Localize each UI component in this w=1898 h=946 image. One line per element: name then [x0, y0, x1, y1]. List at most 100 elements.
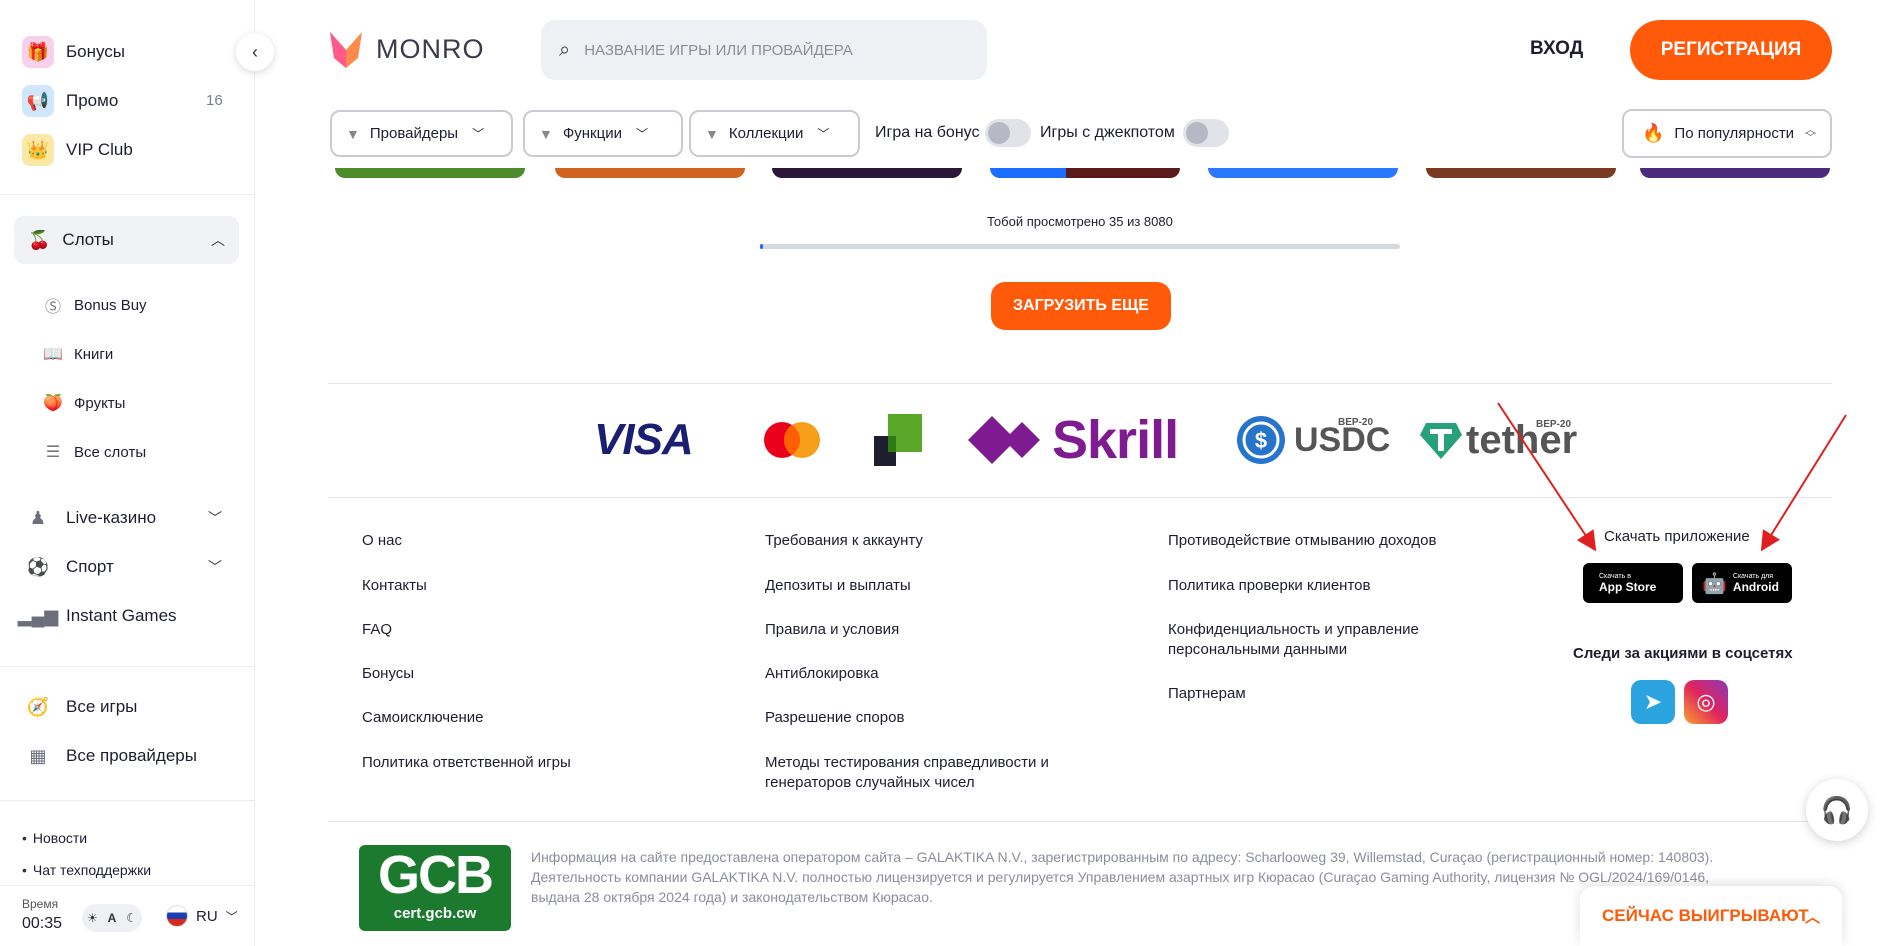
footer-link-kyc[interactable]: Политика проверки клиентов [1168, 576, 1370, 596]
game-card-edge[interactable] [990, 168, 1180, 178]
sidebar-subitem-bonus-buy[interactable]: Ⓢ Bonus Buy [42, 294, 147, 317]
footer-link-partners[interactable]: Партнерам [1168, 684, 1246, 704]
sidebar-item-instant-games[interactable]: ▂▄▆ Instant Games [18, 600, 177, 632]
dealer-icon: ♟ [29, 507, 47, 528]
sidebar-item-all-games[interactable]: 🧭 Все игры [22, 691, 138, 723]
filter-label: Коллекции [728, 125, 804, 142]
sidebar-collapse-button[interactable]: ‹ [236, 33, 274, 71]
footer-link-self-exclusion[interactable]: Самоисключение [362, 708, 483, 728]
grid-icon: ▦ [29, 745, 47, 766]
progress-bar [760, 244, 1400, 249]
footer-link-account-requirements[interactable]: Требования к аккаунту [765, 531, 923, 551]
gcb-certificate-badge[interactable]: GCB cert.gcb.cw [359, 845, 511, 931]
progress-fill [760, 244, 764, 249]
game-card-edge[interactable] [555, 168, 745, 178]
footer-link-fairness-testing[interactable]: Методы тестирования справедливости и ген… [765, 753, 1085, 793]
android-button[interactable]: 🤖 Скачать для Android [1692, 563, 1792, 603]
sort-select[interactable]: 🔥 По популярности ︿ ﹀ [1622, 109, 1832, 158]
skrill-logo: Skrill [968, 410, 1179, 470]
telegram-button[interactable]: ➤ [1631, 680, 1675, 724]
sidebar-item-promo[interactable]: 📢 Промо [22, 85, 118, 117]
promo-count-badge: 16 [206, 92, 223, 109]
sidebar-item-label: Instant Games [66, 606, 177, 625]
sidebar-item-bonuses[interactable]: 🎁 Бонусы [22, 36, 125, 68]
sort-arrows-icon: ︿ ﹀ [1805, 123, 1816, 144]
chevron-left-icon: ‹ [252, 41, 258, 62]
instagram-button[interactable]: ◎ [1684, 680, 1728, 724]
instagram-icon: ◎ [1696, 689, 1716, 714]
gift-icon: 🎁 [22, 36, 54, 68]
footer-link-disputes[interactable]: Разрешение споров [765, 708, 904, 728]
chevron-down-icon: ﹀ [225, 909, 238, 924]
footer-link-faq[interactable]: FAQ [362, 620, 392, 640]
app-store-button[interactable]: Скачать в App Store [1583, 563, 1683, 603]
sidebar-item-label: Бонусы [66, 42, 126, 61]
bonus-games-toggle[interactable] [985, 119, 1031, 147]
footer-link-antiblock[interactable]: Антиблокировка [765, 664, 879, 684]
logo[interactable]: MONRO [328, 28, 485, 70]
sidebar-subitem-all-slots[interactable]: ☰ Все слоты [42, 441, 146, 463]
winning-now-panel[interactable]: СЕЙЧАС ВЫИГРЫВАЮТ ︿ [1580, 886, 1842, 946]
chevron-up-icon: ︿ [211, 232, 225, 248]
footer-link-terms[interactable]: Правила и условия [765, 620, 899, 640]
sidebar-item-vip-club[interactable]: 👑 VIP Club [22, 134, 133, 166]
sidebar-subitem-label: Фрукты [74, 394, 126, 412]
footer-divider [328, 383, 1832, 384]
chevron-down-icon: ﹀ [635, 127, 648, 141]
bonus-games-label: Игра на бонус [875, 124, 980, 141]
sun-icon: ☀ [86, 911, 98, 925]
search-box[interactable]: ⌕ [541, 20, 987, 80]
headset-icon: 🎧 [1820, 794, 1854, 825]
app-store-label: App Store [1599, 580, 1657, 594]
game-card-edge[interactable] [1640, 168, 1830, 178]
footer-link-responsible-gaming[interactable]: Политика ответственной игры [362, 753, 571, 773]
theme-auto-label: A [107, 911, 117, 925]
list-icon: ☰ [45, 444, 61, 461]
game-card-edge[interactable] [772, 168, 962, 178]
language-selector[interactable]: RU ﹀ [166, 905, 238, 927]
search-input[interactable] [584, 41, 965, 59]
load-more-button[interactable]: ЗАГРУЗИТЬ ЕЩЕ [991, 282, 1171, 330]
sidebar-item-live-casino[interactable]: ♟ Live-казино [22, 502, 156, 534]
jackpot-games-label: Игры с джекпотом [1040, 124, 1175, 141]
register-button[interactable]: РЕГИСТРАЦИЯ [1630, 20, 1832, 80]
footer-link-contacts[interactable]: Контакты [362, 576, 427, 596]
sidebar-item-all-providers[interactable]: ▦ Все провайдеры [22, 740, 197, 772]
footer-link-deposits[interactable]: Депозиты и выплаты [765, 576, 911, 596]
privatbank-logo [874, 410, 922, 470]
collections-filter[interactable]: ▼ Коллекции ﹀ [689, 110, 860, 157]
sidebar-subitem-label: Bonus Buy [74, 296, 147, 314]
filter-label: Функции [562, 125, 622, 142]
language-label: RU [196, 907, 218, 925]
book-icon: 📖 [43, 346, 63, 363]
footer-link-aml[interactable]: Противодействие отмыванию доходов [1168, 531, 1436, 551]
chevron-down-icon[interactable]: ﹀ [208, 557, 222, 577]
news-link[interactable]: Новости [22, 830, 87, 846]
game-card-edge[interactable] [335, 168, 525, 178]
footer-link-privacy[interactable]: Конфиденциальность и управление персонал… [1168, 620, 1458, 660]
chevron-down-icon[interactable]: ﹀ [208, 508, 222, 528]
footer-link-about[interactable]: О нас [362, 531, 402, 551]
sidebar-divider [0, 194, 255, 195]
filter-icon: ▼ [705, 125, 719, 142]
support-chat-link[interactable]: Чат техподдержки [22, 862, 151, 878]
footer-link-bonuses[interactable]: Бонусы [362, 664, 414, 684]
sidebar-item-label: Промо [66, 91, 119, 110]
sidebar-subitem-fruits[interactable]: 🍑 Фрукты [42, 392, 125, 414]
login-button[interactable]: ВХОД [1530, 38, 1583, 60]
theme-toggle[interactable]: ☀ A ☾ [82, 904, 142, 932]
sidebar-subitem-books[interactable]: 📖 Книги [42, 343, 113, 365]
footer-divider [328, 821, 1832, 822]
game-card-edge[interactable] [1208, 168, 1398, 178]
sidebar-item-slots[interactable]: 🍒 Слоты ︿ [14, 216, 239, 264]
game-card-edge[interactable] [1426, 168, 1616, 178]
winning-now-label: СЕЙЧАС ВЫИГРЫВАЮТ [1602, 906, 1809, 925]
support-chat-button[interactable]: 🎧 [1806, 779, 1868, 841]
android-icon: 🤖 [1702, 572, 1727, 595]
providers-filter[interactable]: ▼ Провайдеры ﹀ [330, 110, 513, 157]
features-filter[interactable]: ▼ Функции ﹀ [523, 110, 683, 157]
jackpot-games-toggle[interactable] [1183, 119, 1229, 147]
sidebar-item-sport[interactable]: ⚽ Спорт [22, 551, 114, 583]
gcb-url-text: cert.gcb.cw [393, 905, 477, 922]
android-label: Android [1732, 580, 1779, 594]
